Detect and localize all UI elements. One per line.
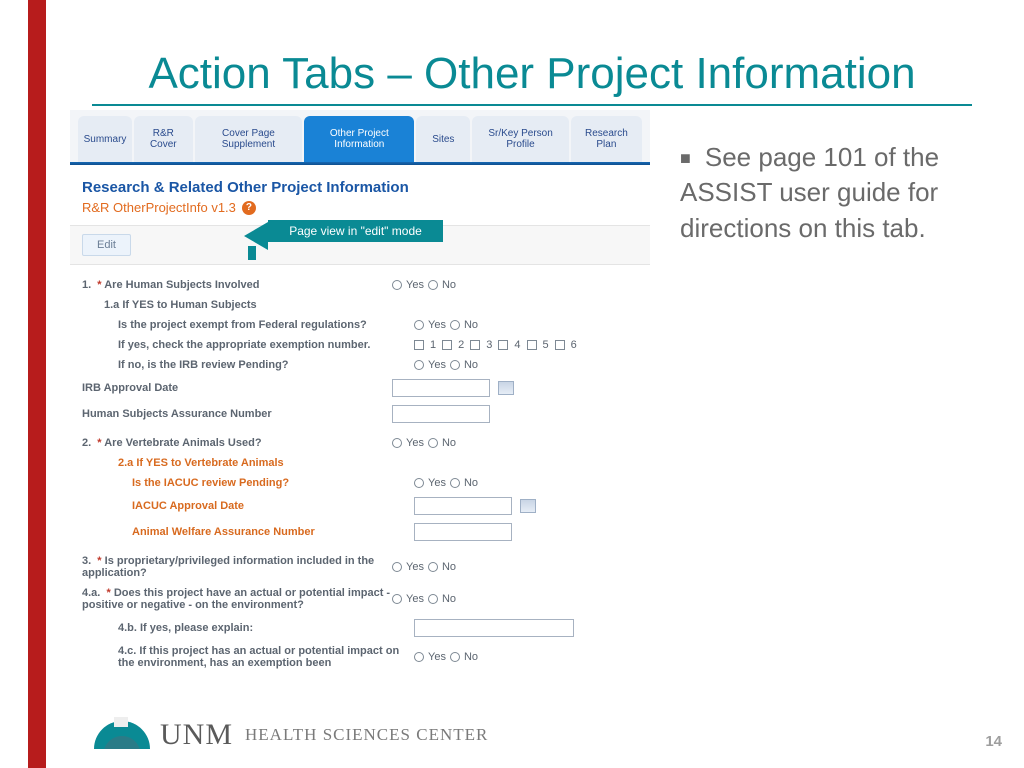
edit-toolbar: Edit Page view in "edit" mode xyxy=(70,225,650,265)
q1a3-label: If no, is the IRB review Pending? xyxy=(104,359,414,371)
q3-yesno: Yes No xyxy=(392,561,456,573)
q2a1-yes-radio[interactable] xyxy=(414,478,424,488)
page-number: 14 xyxy=(985,733,1002,750)
exempt-5-check[interactable] xyxy=(527,340,537,350)
irb-date-input[interactable] xyxy=(392,379,490,397)
q4a-label: 4.a. * Does this project have an actual … xyxy=(82,587,392,611)
q4b-input[interactable] xyxy=(414,619,574,637)
callout-text: Page view in "edit" mode xyxy=(268,220,443,242)
q3-yes-radio[interactable] xyxy=(392,562,402,572)
q1-label: 1. * Are Human Subjects Involved xyxy=(82,279,392,291)
q2a1-label: Is the IACUC review Pending? xyxy=(104,477,414,489)
tab-rr-cover[interactable]: R&R Cover xyxy=(134,116,193,162)
q1a1-label: Is the project exempt from Federal regul… xyxy=(104,319,414,331)
irb-date-label: IRB Approval Date xyxy=(82,382,392,394)
form-body: 1. * Are Human Subjects Involved Yes No … xyxy=(70,265,650,683)
slide-title: Action Tabs – Other Project Information xyxy=(70,50,994,104)
awan-input[interactable] xyxy=(414,523,512,541)
calendar-icon[interactable] xyxy=(520,499,536,513)
q4c-yesno: Yes No xyxy=(414,651,478,663)
q2a1-no-radio[interactable] xyxy=(450,478,460,488)
tab-cover-page-supplement[interactable]: Cover Page Supplement xyxy=(195,116,303,162)
q1a-label: 1.a If YES to Human Subjects xyxy=(104,299,414,311)
title-underline xyxy=(92,104,972,106)
q1-yes-radio[interactable] xyxy=(392,280,402,290)
exempt-6-check[interactable] xyxy=(555,340,565,350)
q1a1-yesno: Yes No xyxy=(414,319,478,331)
exempt-1-check[interactable] xyxy=(414,340,424,350)
q2a2-label: IACUC Approval Date xyxy=(104,500,414,512)
q4a-yes-radio[interactable] xyxy=(392,594,402,604)
tab-other-project-information[interactable]: Other Project Information xyxy=(304,116,414,162)
bullet-1: See page 101 of the ASSIST user guide fo… xyxy=(680,140,984,245)
exempt-2-check[interactable] xyxy=(442,340,452,350)
section-heading: Research & Related Other Project Informa… xyxy=(70,165,650,198)
q4b-label: 4.b. If yes, please explain: xyxy=(104,622,414,634)
tab-sites[interactable]: Sites xyxy=(416,116,470,162)
q3-label: 3. * Is proprietary/privileged informati… xyxy=(82,555,392,579)
edit-button[interactable]: Edit xyxy=(82,234,131,256)
tab-bar: Summary R&R Cover Cover Page Supplement … xyxy=(70,110,650,162)
brand-hsc: HEALTH SCIENCES CENTER xyxy=(245,725,488,745)
brand-unm: UNM xyxy=(160,718,233,752)
hsan-label: Human Subjects Assurance Number xyxy=(82,408,392,420)
q1a2-label: If yes, check the appropriate exemption … xyxy=(104,339,414,351)
q4c-label: 4.c. If this project has an actual or po… xyxy=(104,645,414,669)
q2-yes-radio[interactable] xyxy=(392,438,402,448)
exempt-3-check[interactable] xyxy=(470,340,480,350)
q1a3-yes-radio[interactable] xyxy=(414,360,424,370)
screenshot-panel: Summary R&R Cover Cover Page Supplement … xyxy=(70,110,650,683)
hsan-input[interactable] xyxy=(392,405,490,423)
iacuc-date-input[interactable] xyxy=(414,497,512,515)
help-icon[interactable]: ? xyxy=(242,201,256,215)
q2-yesno: Yes No xyxy=(392,437,456,449)
q2a1-yesno: Yes No xyxy=(414,477,478,489)
tab-sr-key-person-profile[interactable]: Sr/Key Person Profile xyxy=(472,116,568,162)
footer-brand: UNM HEALTH SCIENCES CENTER xyxy=(94,718,994,752)
q2-no-radio[interactable] xyxy=(428,438,438,448)
q4a-no-radio[interactable] xyxy=(428,594,438,604)
q1-no-radio[interactable] xyxy=(428,280,438,290)
tab-research-plan[interactable]: Research Plan xyxy=(571,116,642,162)
q3-no-radio[interactable] xyxy=(428,562,438,572)
unm-logo-icon xyxy=(94,721,150,749)
q1a3-yesno: Yes No xyxy=(414,359,478,371)
q1a1-yes-radio[interactable] xyxy=(414,320,424,330)
q1a3-no-radio[interactable] xyxy=(450,360,460,370)
q1a1-no-radio[interactable] xyxy=(450,320,460,330)
q4c-no-radio[interactable] xyxy=(450,652,460,662)
q2a3-label: Animal Welfare Assurance Number xyxy=(104,526,414,538)
q4a-yesno: Yes No xyxy=(392,593,456,605)
callout-stem xyxy=(248,246,256,260)
q1-yesno: Yes No xyxy=(392,279,456,291)
exempt-4-check[interactable] xyxy=(498,340,508,350)
slide-notes: See page 101 of the ASSIST user guide fo… xyxy=(650,110,994,683)
q2-label: 2. * Are Vertebrate Animals Used? xyxy=(82,437,392,449)
section-version: R&R OtherProjectInfo v1.3 xyxy=(82,200,236,215)
q4c-yes-radio[interactable] xyxy=(414,652,424,662)
slide-accent-bar xyxy=(28,0,46,768)
callout-arrow: Page view in "edit" mode xyxy=(268,220,443,242)
tab-summary[interactable]: Summary xyxy=(78,116,132,162)
calendar-icon[interactable] xyxy=(498,381,514,395)
q2a-label: 2.a If YES to Vertebrate Animals xyxy=(104,457,414,469)
exemption-checks: 1 2 3 4 5 6 xyxy=(414,339,577,351)
